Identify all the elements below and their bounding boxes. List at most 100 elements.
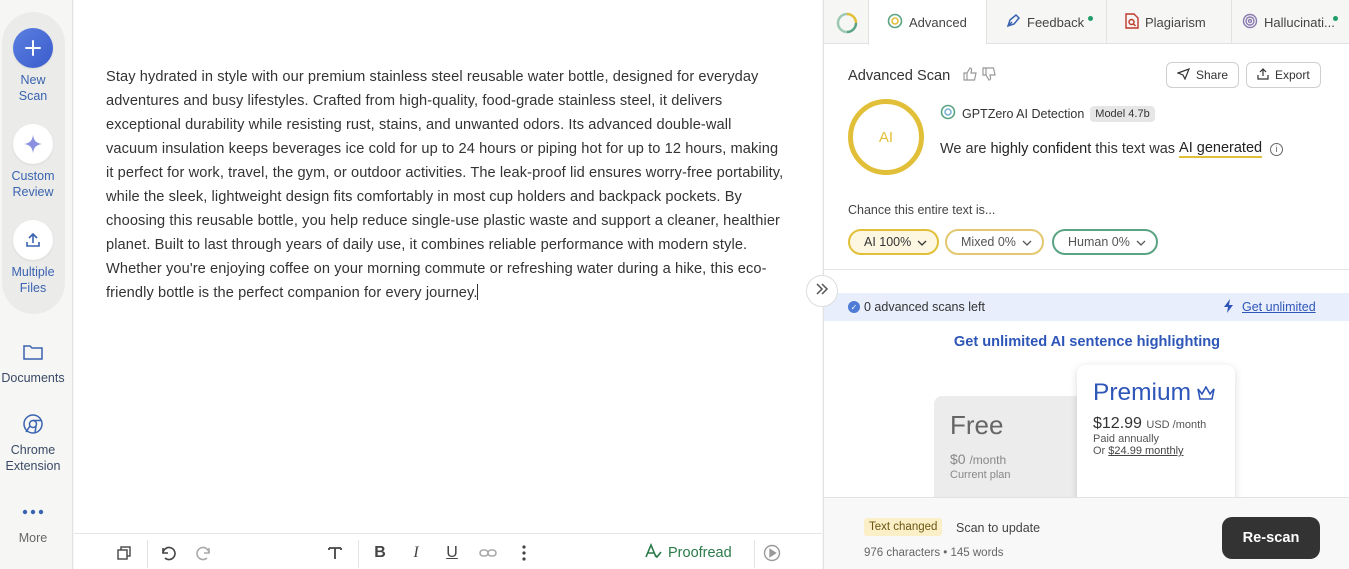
tab-advanced-label: Advanced bbox=[909, 15, 967, 30]
multiple-files-label-2: Files bbox=[19, 281, 47, 295]
bold-icon[interactable]: B bbox=[370, 542, 390, 564]
confidence-result: AI generated bbox=[1179, 140, 1263, 158]
scan-to-update-hint: Scan to update bbox=[956, 521, 1041, 535]
scans-left-text: 0 advanced scans left bbox=[864, 300, 985, 314]
text-format-icon[interactable] bbox=[325, 542, 345, 564]
detector-row: GPTZero AI Detection Model 4.7b bbox=[940, 104, 1155, 123]
thumbs-down-icon[interactable] bbox=[982, 67, 997, 86]
quota-banner: ✓ 0 advanced scans left Get unlimited bbox=[824, 293, 1349, 321]
free-plan-card[interactable]: Free $0 /month Current plan bbox=[934, 396, 1084, 506]
mixed-probability-pill[interactable]: Mixed 0% bbox=[945, 229, 1044, 255]
copy-icon[interactable] bbox=[114, 542, 134, 564]
tab-advanced[interactable]: Advanced bbox=[868, 0, 986, 45]
tab-plagiarism-label: Plagiarism bbox=[1145, 14, 1206, 30]
text-counts: 976 characters • 145 words bbox=[864, 547, 1004, 559]
text-changed-badge: Text changed bbox=[864, 518, 943, 536]
redo-icon[interactable] bbox=[194, 542, 214, 564]
chance-label: Chance this entire text is... bbox=[848, 203, 996, 217]
documents-button[interactable]: Documents bbox=[0, 338, 66, 386]
scan-title: Advanced Scan bbox=[848, 68, 951, 84]
ai-probability-pill[interactable]: AI 100% bbox=[848, 229, 940, 255]
proofread-button[interactable]: Proofread bbox=[644, 542, 732, 564]
left-sidebar: New Scan Custom Review Multiple Files Do… bbox=[0, 0, 73, 569]
link-icon[interactable] bbox=[478, 542, 498, 564]
collapse-panel-button[interactable] bbox=[806, 275, 838, 307]
detector-name: GPTZero AI Detection bbox=[962, 106, 1085, 121]
editor-content[interactable]: Stay hydrated in style with our premium … bbox=[106, 65, 786, 305]
thumbs-up-icon[interactable] bbox=[963, 67, 978, 86]
get-unlimited-link[interactable]: Get unlimited bbox=[1224, 293, 1316, 321]
rating-group bbox=[963, 67, 997, 86]
proofread-icon bbox=[644, 542, 662, 563]
free-plan-period: /month bbox=[969, 453, 1007, 467]
upload-icon bbox=[13, 220, 53, 260]
editor-text: Stay hydrated in style with our premium … bbox=[106, 69, 784, 301]
spiral-icon bbox=[1242, 13, 1258, 32]
results-panel: Advanced Feedback Plagiarism Hallucinati… bbox=[823, 0, 1349, 569]
more-label: More bbox=[18, 531, 48, 545]
custom-review-button[interactable]: Custom Review bbox=[0, 124, 66, 200]
undo-icon[interactable] bbox=[158, 542, 178, 564]
text-editor[interactable]: Stay hydrated in style with our premium … bbox=[74, 0, 822, 569]
premium-monthly-link[interactable]: $24.99 monthly bbox=[1108, 445, 1183, 457]
more-options-icon[interactable] bbox=[514, 542, 534, 564]
plus-icon bbox=[13, 28, 53, 68]
lightning-icon bbox=[1224, 298, 1234, 316]
confidence-statement: We are highly confident this text was AI… bbox=[940, 140, 1284, 158]
ai-ring-label: AI bbox=[878, 128, 894, 146]
free-plan-status: Current plan bbox=[950, 469, 1011, 481]
share-label: Share bbox=[1196, 68, 1229, 82]
proofread-label: Proofread bbox=[668, 545, 732, 561]
premium-or: Or bbox=[1093, 445, 1106, 457]
underline-icon[interactable]: U bbox=[442, 542, 462, 564]
text-caret bbox=[477, 284, 479, 300]
target-icon bbox=[887, 13, 903, 32]
export-button[interactable]: Export bbox=[1246, 62, 1321, 88]
toolbar-divider bbox=[358, 540, 359, 568]
multiple-files-button[interactable]: Multiple Files bbox=[0, 220, 66, 296]
chrome-extension-label-1: Chrome bbox=[10, 443, 56, 457]
info-icon[interactable]: i bbox=[1270, 142, 1284, 156]
editor-toolbar: B I U Proofread bbox=[74, 533, 822, 569]
share-button[interactable]: Share bbox=[1166, 62, 1240, 88]
tab-plagiarism[interactable]: Plagiarism bbox=[1106, 0, 1231, 44]
premium-plan-card[interactable]: Premium $12.99 USD /month Paid annually … bbox=[1077, 365, 1235, 515]
play-icon[interactable] bbox=[762, 542, 782, 564]
toolbar-divider bbox=[754, 540, 755, 568]
tab-hallucination[interactable]: Hallucinati... bbox=[1231, 0, 1349, 44]
get-unlimited-label: Get unlimited bbox=[1242, 300, 1316, 314]
premium-plan-name: Premium bbox=[1093, 379, 1192, 406]
more-button[interactable]: More bbox=[0, 498, 66, 546]
gptzero-logo-icon bbox=[836, 12, 858, 34]
new-scan-button[interactable]: New Scan bbox=[0, 28, 66, 104]
export-label: Export bbox=[1275, 68, 1310, 82]
new-scan-label-1: New bbox=[20, 73, 46, 87]
confidence-mid: this text was bbox=[1095, 141, 1176, 157]
custom-review-label-2: Review bbox=[12, 185, 54, 199]
model-badge: Model 4.7b bbox=[1090, 105, 1155, 122]
chrome-icon bbox=[13, 410, 53, 438]
ai-pill-label: AI 100% bbox=[864, 235, 912, 249]
sparkle-icon bbox=[13, 124, 53, 164]
human-probability-pill[interactable]: Human 0% bbox=[1052, 229, 1158, 255]
custom-review-label-1: Custom bbox=[11, 169, 55, 183]
check-circle-icon: ✓ bbox=[848, 301, 860, 313]
tab-hallucination-label: Hallucinati... bbox=[1264, 14, 1335, 30]
free-plan-price: $0 bbox=[950, 451, 966, 467]
new-scan-label-2: Scan bbox=[18, 89, 48, 103]
export-icon bbox=[1257, 67, 1269, 83]
italic-icon[interactable]: I bbox=[406, 542, 426, 564]
chevron-down-icon bbox=[1136, 235, 1146, 249]
chrome-extension-label-2: Extension bbox=[5, 459, 61, 473]
tab-feedback[interactable]: Feedback bbox=[986, 0, 1106, 44]
rescan-button[interactable]: Re-scan bbox=[1222, 517, 1320, 559]
documents-label: Documents bbox=[1, 371, 65, 385]
mixed-pill-label: Mixed 0% bbox=[961, 235, 1016, 249]
premium-plan-period: USD /month bbox=[1146, 419, 1207, 431]
send-icon bbox=[1176, 67, 1191, 83]
free-plan-name: Free bbox=[950, 410, 1004, 440]
premium-plan-price: $12.99 bbox=[1093, 415, 1142, 432]
chrome-extension-button[interactable]: Chrome Extension bbox=[0, 410, 66, 474]
toolbar-divider bbox=[147, 540, 148, 568]
app-window: New Scan Custom Review Multiple Files Do… bbox=[0, 0, 1349, 569]
